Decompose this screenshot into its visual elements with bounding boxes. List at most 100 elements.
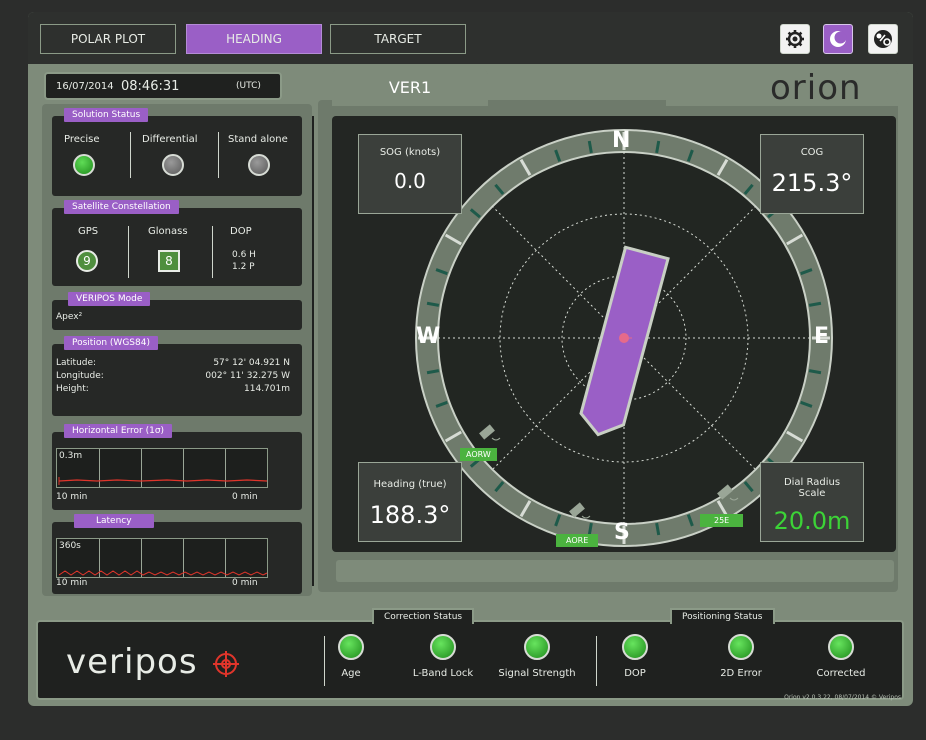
positioning-status-title: Positioning Status [670, 608, 775, 624]
solution-status-panel: Solution Status Precise Differential Sta… [52, 108, 302, 196]
latency-panel: Latency 360s 10 min 0 min [52, 514, 302, 594]
solution-status-title: Solution Status [64, 108, 149, 122]
position-panel: Position (WGS84) Latitude: 57° 12' 04.92… [52, 336, 302, 416]
longitude-value: 002° 11' 32.275 W [205, 371, 290, 381]
corrected-indicator [828, 634, 854, 660]
veripos-mode-panel: VERIPOS Mode Apex² [52, 292, 302, 330]
horizontal-error-left: 10 min [56, 492, 88, 502]
latency-scale: 360s [59, 541, 81, 551]
compass-south: S [614, 520, 630, 545]
latency-title: Latency [74, 514, 154, 528]
dop-label: DOP [230, 226, 252, 237]
status-column: Solution Status Precise Differential Sta… [42, 104, 312, 596]
orion-logo: orion [770, 68, 862, 108]
dial-scale-label: Dial Radius Scale [783, 477, 841, 499]
position-title: Position (WGS84) [64, 336, 158, 350]
horizontal-error-scale: 0.3m [59, 451, 83, 461]
compass-east: E [814, 324, 830, 349]
satellite-25e-tag: 25E [700, 514, 744, 527]
differential-label: Differential [142, 134, 198, 145]
gear-icon [786, 30, 804, 48]
compass-north: N [612, 128, 631, 153]
heading-box: Heading (true) 188.3° [358, 462, 462, 542]
lband-lock-indicator [430, 634, 456, 660]
tab-polar-plot[interactable]: POLAR PLOT [40, 24, 176, 54]
2d-error-label: 2D Error [720, 668, 762, 679]
heading-value: 188.3° [369, 501, 451, 529]
correction-status-title: Correction Status [372, 608, 475, 624]
horizontal-error-graph: 0.3m [56, 448, 268, 488]
latitude-value: 57° 12' 04.921 N [213, 358, 290, 368]
tools-icon [874, 30, 892, 48]
datetime-display: 16/07/2014 08:46:31 (UTC) [44, 72, 282, 100]
compass-tick [808, 369, 822, 375]
glonass-label: Glonass [148, 226, 188, 237]
glonass-count: 8 [158, 250, 180, 272]
dial-status-bar [336, 560, 894, 582]
satellite-icon [562, 496, 592, 526]
divider [212, 226, 213, 278]
divider [218, 132, 219, 178]
satellite-icon [710, 478, 740, 508]
veripos-mode-title: VERIPOS Mode [68, 292, 151, 306]
sog-label: SOG (knots) [379, 147, 441, 158]
latency-trace [58, 570, 268, 576]
date-text: 16/07/2014 [56, 80, 114, 92]
version-text: Orion v2.0.3.22, 08/07/2014 © Veripos [784, 694, 901, 701]
height-label: Height: [56, 384, 89, 394]
cog-value: 215.3° [771, 169, 853, 197]
precise-label: Precise [64, 134, 100, 145]
vessel-tab[interactable]: VER1 [332, 68, 488, 106]
satellite-aorw-tag: AORW [460, 448, 497, 461]
tab-heading[interactable]: HEADING [186, 24, 322, 54]
heading-label: Heading (true) [373, 479, 447, 490]
cog-box: COG 215.3° [760, 134, 864, 214]
top-bar: POLAR PLOT HEADING TARGET [28, 12, 913, 64]
horizontal-error-trace [58, 477, 268, 485]
compass-tick [655, 140, 661, 154]
sog-box: SOG (knots) 0.0 [358, 134, 462, 214]
compass-tick [426, 369, 440, 375]
tools-button[interactable] [868, 24, 898, 54]
compass-west: W [416, 324, 441, 349]
latency-graph: 360s [56, 538, 268, 578]
dop-indicator [622, 634, 648, 660]
heading-dial-area: N E S W AORW AORE 25E SOG (knots) 0.0 CO… [332, 116, 896, 552]
horizontal-error-panel: Horizontal Error (1σ) 0.3m 10 min 0 min [52, 424, 302, 510]
compass-tick [808, 301, 822, 307]
night-mode-button[interactable] [823, 24, 853, 54]
horizontal-error-right: 0 min [232, 492, 258, 502]
latency-left: 10 min [56, 578, 88, 588]
time-text: 08:46:31 [121, 78, 180, 94]
signal-strength-label: Signal Strength [498, 668, 576, 679]
2d-error-indicator [728, 634, 754, 660]
longitude-label: Longitude: [56, 371, 104, 381]
cog-label: COG [800, 147, 824, 158]
signal-strength-indicator [524, 634, 550, 660]
age-indicator [338, 634, 364, 660]
compass-tick [655, 522, 661, 536]
latitude-label: Latitude: [56, 358, 97, 368]
satellite-icon [472, 418, 502, 448]
app-window: POLAR PLOT HEADING TARGET 16/07/2014 08:… [0, 0, 926, 740]
divider [128, 226, 129, 278]
dop-h: 0.6 H [232, 250, 256, 260]
settings-button[interactable] [780, 24, 810, 54]
dial-scale-box[interactable]: Dial Radius Scale 20.0m [760, 462, 864, 542]
tab-target[interactable]: TARGET [330, 24, 466, 54]
status-footer: Correction Status Positioning Status ver… [36, 608, 904, 700]
dial-scale-value: 20.0m [773, 507, 851, 535]
sog-value: 0.0 [394, 169, 426, 193]
veripos-logo: veripos [66, 642, 240, 682]
target-icon [213, 650, 240, 677]
compass-tick [426, 301, 440, 307]
dop-p: 1.2 P [232, 262, 255, 272]
satellite-aore-tag: AORE [556, 534, 599, 547]
dop-status-label: DOP [624, 668, 646, 679]
column-divider [312, 116, 314, 586]
horizontal-error-title: Horizontal Error (1σ) [64, 424, 173, 438]
divider [130, 132, 131, 178]
standalone-label: Stand alone [228, 134, 288, 145]
veripos-mode-value: Apex² [56, 312, 83, 322]
differential-indicator [162, 154, 184, 176]
